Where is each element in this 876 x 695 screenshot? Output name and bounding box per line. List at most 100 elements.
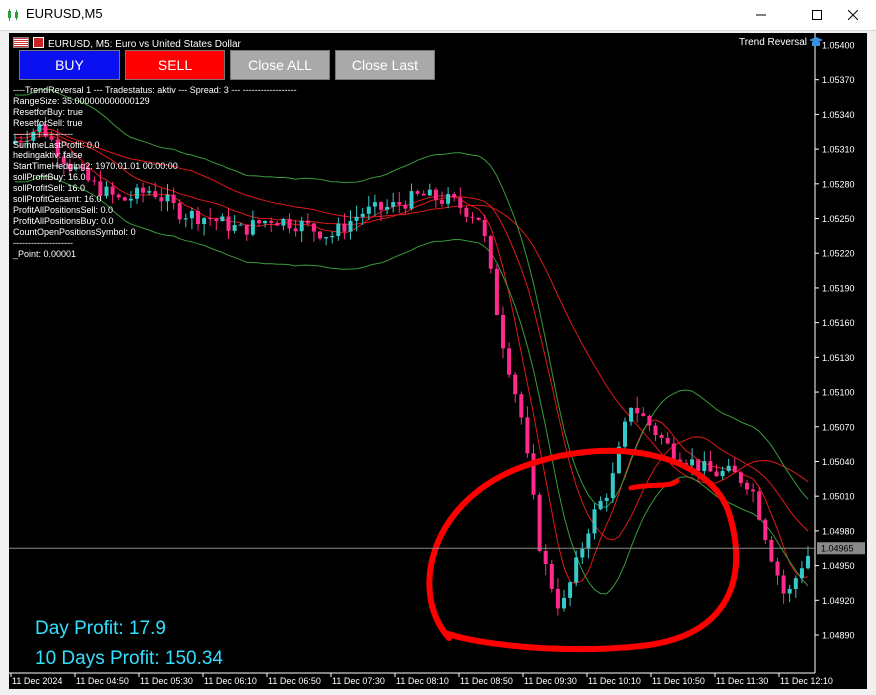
info-line: -------------------- (13, 128, 73, 139)
candle-body (806, 556, 810, 569)
candle-body (458, 197, 463, 208)
candle-body (799, 568, 804, 579)
flag-icon (13, 37, 29, 48)
candle-body (482, 219, 487, 237)
candle-body (348, 220, 353, 232)
maximize-icon (812, 10, 822, 20)
candle-body (610, 473, 615, 498)
candle-body (330, 235, 335, 238)
buy-button[interactable]: BUY (19, 50, 120, 80)
candle-body (568, 582, 573, 598)
candle-body (604, 497, 609, 501)
candle-body (397, 202, 402, 205)
candle-body (519, 394, 524, 418)
annotation-stroke (628, 478, 680, 491)
candle-body (409, 191, 414, 209)
price-label: 1.05220 (822, 249, 855, 259)
chart-header-text: EURUSD, M5: Euro vs United States Dollar (48, 39, 241, 50)
price-label: 1.04950 (822, 561, 855, 571)
candle-body (446, 194, 451, 204)
candle-body (647, 416, 652, 426)
candle-body (403, 204, 408, 209)
candle-body (305, 220, 310, 224)
candle-body (671, 443, 676, 460)
time-label: 11 Dec 06:10 (204, 676, 257, 686)
info-line: _Point: 0.00001 (13, 248, 77, 259)
candle-body (702, 461, 707, 472)
candle-body (708, 461, 713, 472)
info-line: sollProfitGesamt: 16.0 (13, 194, 102, 205)
candle-body (537, 494, 542, 552)
candle-body (763, 519, 768, 541)
minimize-icon (756, 14, 766, 16)
close-button[interactable] (830, 0, 876, 30)
candle-body (592, 509, 597, 534)
candle-body (360, 213, 365, 217)
info-line: ResetforBuy: true (13, 106, 84, 117)
candle-body (299, 220, 304, 232)
candle-body (738, 472, 743, 483)
candle-body (659, 435, 664, 438)
chart-area[interactable]: 1.05400 1.05370 1.05340 1.05310 1.05280 1.052… (9, 33, 867, 689)
candle-body (623, 421, 627, 447)
candle-body (714, 471, 719, 477)
time-label: 11 Dec 07:30 (332, 676, 385, 686)
price-label: 1.05100 (822, 388, 855, 398)
candle-body (732, 465, 737, 473)
candle-body (427, 189, 432, 196)
candle-body (751, 489, 756, 492)
ten-days-profit: 10 Days Profit: 150.34 (35, 648, 223, 669)
candle-body (793, 578, 798, 589)
price-label: 1.04920 (822, 596, 855, 606)
info-line: RangeSize: 35.000000000000129 (13, 95, 150, 106)
chart-header: EURUSD, M5: Euro vs United States Dollar (13, 37, 241, 50)
close-all-button[interactable]: Close ALL (230, 50, 330, 80)
candle-body (311, 223, 316, 232)
chart-icon (8, 9, 18, 21)
time-label: 11 Dec 05:30 (140, 676, 193, 686)
candle-body (488, 236, 493, 269)
time-label: 11 Dec 10:50 (652, 676, 705, 686)
price-label: 1.04980 (822, 526, 855, 536)
candle-body (653, 425, 658, 436)
info-line: StartTimeHedging2: 1970.01.01 00:00:00 (13, 161, 178, 172)
candle-body (745, 482, 749, 490)
candle-body (476, 217, 481, 220)
close-last-button[interactable]: Close Last (335, 50, 435, 80)
sell-button[interactable]: SELL (125, 50, 225, 80)
symbol-icon (33, 37, 44, 48)
candle-body (629, 407, 634, 422)
candle-body (720, 470, 725, 477)
minimize-button[interactable] (738, 0, 784, 30)
candle-body (385, 206, 390, 210)
day-profit: Day Profit: 17.9 (35, 618, 166, 639)
candle-body (574, 557, 579, 583)
info-line: ResetforSell: true (13, 117, 83, 128)
info-line: hedingaktiv: false (13, 150, 83, 161)
candle-body (787, 588, 792, 594)
time-label: 11 Dec 04:50 (76, 676, 129, 686)
candle-body (421, 193, 426, 196)
candle-body (513, 374, 518, 395)
candle-body (757, 491, 762, 520)
candle-body (726, 465, 731, 471)
info-line: ProfitAllPositionsBuy: 0.0 (13, 215, 114, 226)
candle-body (470, 216, 475, 218)
candle-body (354, 216, 359, 221)
graduation-cap-icon (809, 37, 823, 46)
candle-body (494, 268, 499, 315)
price-label: 1.05010 (822, 492, 855, 502)
candle-body (525, 417, 530, 454)
candle-body (366, 206, 371, 214)
candle-body (324, 237, 329, 239)
candle-body (452, 194, 457, 198)
price-label: 1.05280 (822, 179, 855, 189)
candle-body (775, 561, 780, 576)
price-label: 1.05400 (822, 41, 855, 51)
candle-body (769, 540, 774, 562)
price-label: 1.05340 (822, 110, 855, 120)
info-line: ----TrendReversal 1 --- Tradestatus: akt… (13, 85, 297, 95)
info-line: ProfitAllPositionsSell: 0.0 (13, 204, 114, 215)
price-label: 1.05040 (822, 457, 855, 467)
candle-body (580, 548, 585, 558)
